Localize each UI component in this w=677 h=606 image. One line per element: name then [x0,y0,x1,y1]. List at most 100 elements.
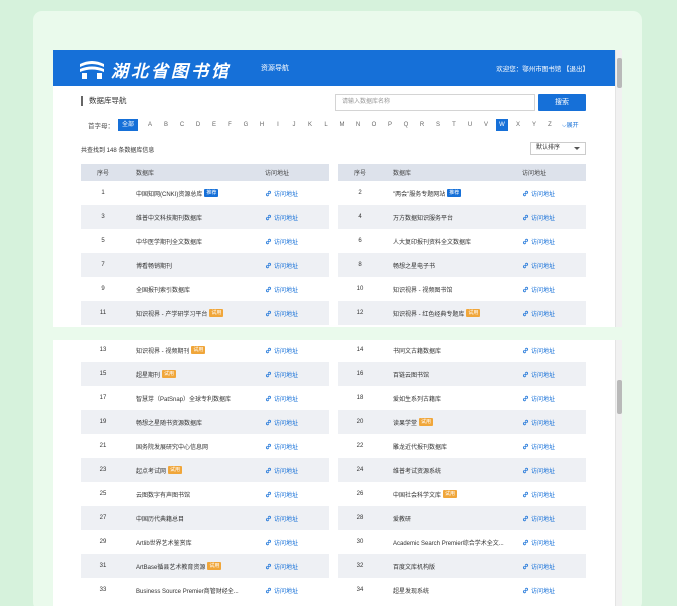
access-link[interactable]: 访问地址 [512,562,586,571]
expand-toggle[interactable]: ⌵展开 [562,120,579,130]
database-name[interactable]: 中国历代典籍总目 [125,514,255,523]
access-link[interactable]: 访问地址 [255,309,329,318]
database-name[interactable]: 博看畅销期刊 [125,261,255,270]
access-link[interactable]: 访问地址 [512,514,586,523]
access-link[interactable]: 访问地址 [255,586,329,595]
database-name[interactable]: 畅想之星电子书 [382,261,512,270]
alpha-letter-c[interactable]: C [174,119,190,131]
access-link[interactable]: 访问地址 [512,261,586,270]
access-link[interactable]: 访问地址 [512,309,586,318]
alpha-letter-j[interactable]: J [286,119,302,131]
database-name[interactable]: 中国社会科学文库 试用 [382,490,512,499]
access-link[interactable]: 访问地址 [512,189,586,198]
alpha-letter-o[interactable]: O [366,119,382,131]
database-name[interactable]: 知识视界 - 产学研学习平台 试用 [125,309,255,318]
access-link[interactable]: 访问地址 [255,514,329,523]
access-link[interactable]: 访问地址 [255,213,329,222]
search-button[interactable]: 搜索 [538,94,586,111]
alpha-letter-p[interactable]: P [382,119,398,131]
alpha-letter-e[interactable]: E [206,119,222,131]
database-name[interactable]: Academic Search Premier综合学术全文... [382,538,512,547]
access-link[interactable]: 访问地址 [512,346,586,355]
access-link[interactable]: 访问地址 [512,370,586,379]
access-link[interactable]: 访问地址 [255,418,329,427]
access-link[interactable]: 访问地址 [512,442,586,451]
access-link[interactable]: 访问地址 [512,586,586,595]
database-name[interactable]: Business Source Premier商管财经全... [125,586,255,595]
database-name[interactable]: 云图数字有声图书馆 [125,490,255,499]
access-link[interactable]: 访问地址 [255,394,329,403]
alpha-letter-b[interactable]: B [158,119,174,131]
access-link[interactable]: 访问地址 [512,237,586,246]
welcome-text[interactable]: 欢迎您：鄂州市图书馆 【退出】 [496,63,589,73]
access-link[interactable]: 访问地址 [255,370,329,379]
access-link[interactable]: 访问地址 [255,490,329,499]
database-name[interactable]: 维普中文科技期刊数据库 [125,213,255,222]
alpha-letter-m[interactable]: M [334,119,350,131]
alpha-letter-u[interactable]: U [462,119,478,131]
alpha-letter-v[interactable]: V [478,119,494,131]
database-name[interactable]: 爱教研 [382,514,512,523]
database-name[interactable]: 中华医学期刊全文数据库 [125,237,255,246]
access-link[interactable]: 访问地址 [512,418,586,427]
alpha-letter-x[interactable]: X [510,119,526,131]
scrollbar[interactable] [615,50,622,327]
database-name[interactable]: 知识视界 - 红色经典专题库 试用 [382,309,512,318]
search-input[interactable]: 请输入数据库名称 [335,94,535,111]
database-name[interactable]: 起点考试网 试用 [125,466,255,475]
access-link[interactable]: 访问地址 [512,394,586,403]
alpha-letter-h[interactable]: H [254,119,270,131]
database-name[interactable]: 读果学堂 试用 [382,418,512,427]
alpha-letter-w[interactable]: W [496,119,509,131]
alpha-all-button[interactable]: 全部 [118,119,139,131]
database-name[interactable]: 畅想之星随书资源数据库 [125,418,255,427]
database-name[interactable]: 超星期刊 试用 [125,370,255,379]
alpha-letter-r[interactable]: R [414,119,430,131]
access-link[interactable]: 访问地址 [255,346,329,355]
sort-select[interactable]: 默认排序 [530,142,586,155]
database-name[interactable]: 知识视界 - 视频图书馆 [382,285,512,294]
nav-resource-navigation[interactable]: 资源导航 [261,63,289,73]
database-name[interactable]: "两会"服务专题网站 推荐 [382,189,512,198]
database-name[interactable]: 百度文库机构版 [382,562,512,571]
access-link[interactable]: 访问地址 [512,490,586,499]
alpha-letter-q[interactable]: Q [398,119,414,131]
database-name[interactable]: ArtBase循县艺术教育资源 试用 [125,562,255,571]
access-link[interactable]: 访问地址 [512,538,586,547]
database-name[interactable]: 中国知网(CNKI)资源总库 推荐 [125,189,255,198]
alpha-letter-l[interactable]: L [318,119,334,131]
alpha-letter-n[interactable]: N [350,119,366,131]
database-name[interactable]: 万方数据知识服务平台 [382,213,512,222]
alpha-letter-a[interactable]: A [142,119,158,131]
alpha-letter-s[interactable]: S [430,119,446,131]
database-name[interactable]: 百链云图书馆 [382,370,512,379]
database-name[interactable]: 国务院发展研究中心信息网 [125,442,255,451]
scrollbar-thumb[interactable] [617,380,622,414]
access-link[interactable]: 访问地址 [255,562,329,571]
site-logo[interactable]: 湖北省图书馆 [79,56,239,82]
access-link[interactable]: 访问地址 [255,189,329,198]
alpha-letter-f[interactable]: F [222,119,238,131]
access-link[interactable]: 访问地址 [255,261,329,270]
access-link[interactable]: 访问地址 [512,285,586,294]
access-link[interactable]: 访问地址 [512,213,586,222]
access-link[interactable]: 访问地址 [255,285,329,294]
database-name[interactable]: 维普考试资源系统 [382,466,512,475]
database-name[interactable]: 智慧芽（PatSnap）全球专利数据库 [125,394,255,403]
alpha-letter-t[interactable]: T [446,119,462,131]
access-link[interactable]: 访问地址 [255,538,329,547]
alpha-letter-z[interactable]: Z [542,119,558,131]
alpha-letter-i[interactable]: I [270,119,286,131]
alpha-letter-k[interactable]: K [302,119,318,131]
scrollbar-thumb[interactable] [617,58,622,88]
database-name[interactable]: 书同文古籍数据库 [382,346,512,355]
access-link[interactable]: 访问地址 [512,466,586,475]
database-name[interactable]: 爱如生系列古籍库 [382,394,512,403]
database-name[interactable]: 知识视界 - 视频期刊 试用 [125,346,255,355]
alpha-letter-g[interactable]: G [238,119,254,131]
database-name[interactable]: 全国报刊索引数据库 [125,285,255,294]
access-link[interactable]: 访问地址 [255,466,329,475]
alpha-letter-y[interactable]: Y [526,119,542,131]
database-name[interactable]: 雕龙近代报刊数据库 [382,442,512,451]
alpha-letter-d[interactable]: D [190,119,206,131]
